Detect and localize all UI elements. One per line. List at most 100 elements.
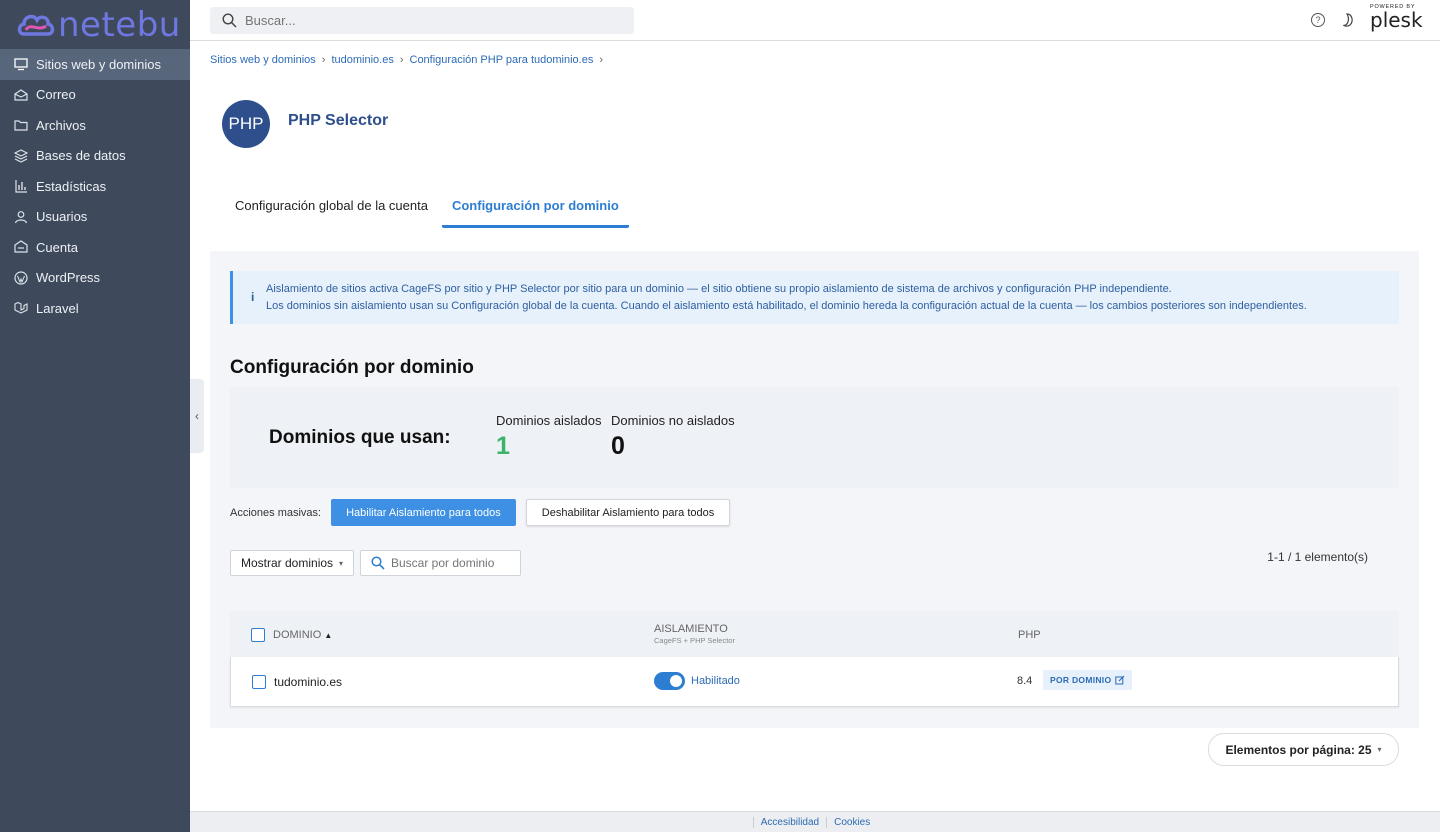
sidebar-item-label: Correo xyxy=(36,87,76,103)
results-count: 1-1 / 1 elemento(s) xyxy=(1267,550,1368,564)
sidebar-item-label: Usuarios xyxy=(36,209,88,225)
domain-config-panel: i Aislamiento de sitios activa CageFS po… xyxy=(210,251,1419,728)
bulk-actions-label: Acciones masivas: xyxy=(230,506,322,519)
chevron-right-icon: › xyxy=(599,54,604,66)
page-title: PHP Selector xyxy=(288,112,389,129)
laravel-icon xyxy=(14,301,28,315)
table-row: tudominio.es Habilitado 8.4 POR DOMINIO xyxy=(230,657,1399,707)
global-search-input[interactable] xyxy=(245,13,625,28)
column-domain[interactable]: DOMINIO ▲ xyxy=(273,629,332,641)
bulk-actions: Acciones masivas: Habilitar Aislamiento … xyxy=(230,499,731,526)
filter-row: Mostrar dominios ▾ 1-1 / 1 elemento(s) xyxy=(230,550,1399,576)
folder-icon xyxy=(14,118,28,132)
stat-label: Dominios aislados xyxy=(496,413,602,428)
info-banner: i Aislamiento de sitios activa CageFS po… xyxy=(230,271,1399,324)
column-isolation-label: AISLAMIENTO xyxy=(654,623,728,635)
sidebar-item-label: Laravel xyxy=(36,300,79,316)
show-domains-dropdown[interactable]: Mostrar dominios ▾ xyxy=(230,550,354,576)
footer-link-cookies[interactable]: Cookies xyxy=(826,816,877,828)
info-line-1: Aislamiento de sitios activa CageFS por … xyxy=(266,283,1172,295)
moon-icon[interactable] xyxy=(1342,12,1356,28)
sidebar-item-cuenta[interactable]: Cuenta xyxy=(0,232,190,263)
stat-not-isolated: Dominios no aislados 0 xyxy=(611,413,735,461)
stat-isolated: Dominios aislados 1 xyxy=(496,413,602,461)
topbar: ? POWERED BY plesk xyxy=(190,0,1440,41)
select-all-checkbox[interactable] xyxy=(251,628,265,642)
sidebar-item-label: Estadísticas xyxy=(36,178,107,194)
breadcrumb-item[interactable]: Configuración PHP para tudominio.es xyxy=(410,54,594,66)
per-page-dropdown[interactable]: Elementos por página: 25 ▾ xyxy=(1208,733,1399,766)
domain-name[interactable]: tudominio.es xyxy=(274,675,342,689)
sidebar-item-label: WordPress xyxy=(36,270,101,286)
breadcrumb-item[interactable]: Sitios web y dominios xyxy=(210,54,316,66)
php-version: 8.4 xyxy=(1017,675,1033,687)
brand-logo[interactable]: netebu xyxy=(0,0,190,49)
breadcrumb-item[interactable]: tudominio.es xyxy=(331,54,393,66)
sidebar-item-laravel[interactable]: Laravel xyxy=(0,293,190,324)
isolation-status: Habilitado xyxy=(691,675,740,687)
sidebar-item-label: Archivos xyxy=(36,117,86,133)
show-domains-label: Mostrar dominios xyxy=(241,556,334,570)
tabs: Configuración global de la cuenta Config… xyxy=(225,190,629,228)
sidebar-item-archivos[interactable]: Archivos xyxy=(0,110,190,141)
account-icon xyxy=(14,240,28,254)
brand-name: netebu xyxy=(58,4,181,45)
monitor-icon xyxy=(14,57,28,71)
cloud-logo-icon xyxy=(17,14,55,36)
stat-label: Dominios no aislados xyxy=(611,413,735,428)
sidebar-item-sitios[interactable]: Sitios web y dominios xyxy=(0,49,190,80)
column-domain-label: DOMINIO xyxy=(273,629,322,641)
summary-label: Dominios que usan: xyxy=(269,427,451,448)
chevron-down-icon: ▾ xyxy=(1377,745,1382,754)
search-icon xyxy=(222,13,237,28)
enable-all-button[interactable]: Habilitar Aislamiento para todos xyxy=(331,499,516,526)
help-icon[interactable]: ? xyxy=(1311,13,1325,27)
chevron-down-icon: ▾ xyxy=(339,558,344,568)
database-icon xyxy=(14,149,28,163)
chevron-right-icon: › xyxy=(321,54,326,66)
php-logo-text: PHP xyxy=(228,114,264,133)
per-domain-badge-label: POR DOMINIO xyxy=(1050,675,1112,685)
domain-search[interactable] xyxy=(360,550,521,576)
per-domain-badge[interactable]: POR DOMINIO xyxy=(1043,670,1133,690)
summary-card: Dominios que usan: Dominios aislados 1 D… xyxy=(230,387,1399,488)
plesk-logo: plesk xyxy=(1370,8,1423,32)
column-isolation: AISLAMIENTO CageFS + PHP Selector xyxy=(654,623,735,645)
toggle-knob xyxy=(670,675,682,687)
search-icon xyxy=(371,556,385,570)
table-header: DOMINIO ▲ AISLAMIENTO CageFS + PHP Selec… xyxy=(230,611,1399,657)
sidebar-item-label: Sitios web y dominios xyxy=(36,56,161,72)
domain-search-input[interactable] xyxy=(391,556,516,570)
section-title: Configuración por dominio xyxy=(230,357,474,378)
sidebar-item-wordpress[interactable]: WordPress xyxy=(0,263,190,294)
sidebar-item-label: Cuenta xyxy=(36,239,78,255)
stat-value: 0 xyxy=(611,432,625,460)
isolation-toggle[interactable] xyxy=(654,672,685,690)
row-checkbox[interactable] xyxy=(252,675,266,689)
chart-icon xyxy=(14,179,28,193)
tab-domain-config[interactable]: Configuración por dominio xyxy=(441,190,629,228)
chevron-right-icon: › xyxy=(399,54,404,66)
global-search[interactable] xyxy=(210,7,634,34)
per-page-label: Elementos por página: 25 xyxy=(1225,742,1372,757)
footer: Accesibilidad Cookies xyxy=(190,811,1440,832)
sidebar-item-correo[interactable]: Correo xyxy=(0,80,190,111)
info-icon: i xyxy=(251,290,255,304)
sidebar-item-usuarios[interactable]: Usuarios xyxy=(0,202,190,233)
sidebar-item-bases-de-datos[interactable]: Bases de datos xyxy=(0,141,190,172)
sort-asc-icon: ▲ xyxy=(324,631,333,640)
tab-global-config[interactable]: Configuración global de la cuenta xyxy=(225,190,438,228)
column-php: PHP xyxy=(1018,629,1041,641)
info-line-2: Los dominios sin aislamiento usan su Con… xyxy=(266,300,1307,312)
sidebar-item-estadisticas[interactable]: Estadísticas xyxy=(0,171,190,202)
footer-link-accessibility[interactable]: Accesibilidad xyxy=(752,816,826,828)
sidebar: netebu Sitios web y dominios Correo Arch… xyxy=(0,0,190,832)
disable-all-button[interactable]: Deshabilitar Aislamiento para todos xyxy=(525,499,731,526)
stat-value: 1 xyxy=(496,432,510,460)
sidebar-collapse-button[interactable]: ‹ xyxy=(190,379,204,453)
column-isolation-sublabel: CageFS + PHP Selector xyxy=(654,636,735,645)
mail-icon xyxy=(14,88,28,102)
chevron-left-icon: ‹ xyxy=(195,409,199,423)
wordpress-icon xyxy=(14,271,28,285)
user-icon xyxy=(14,210,28,224)
